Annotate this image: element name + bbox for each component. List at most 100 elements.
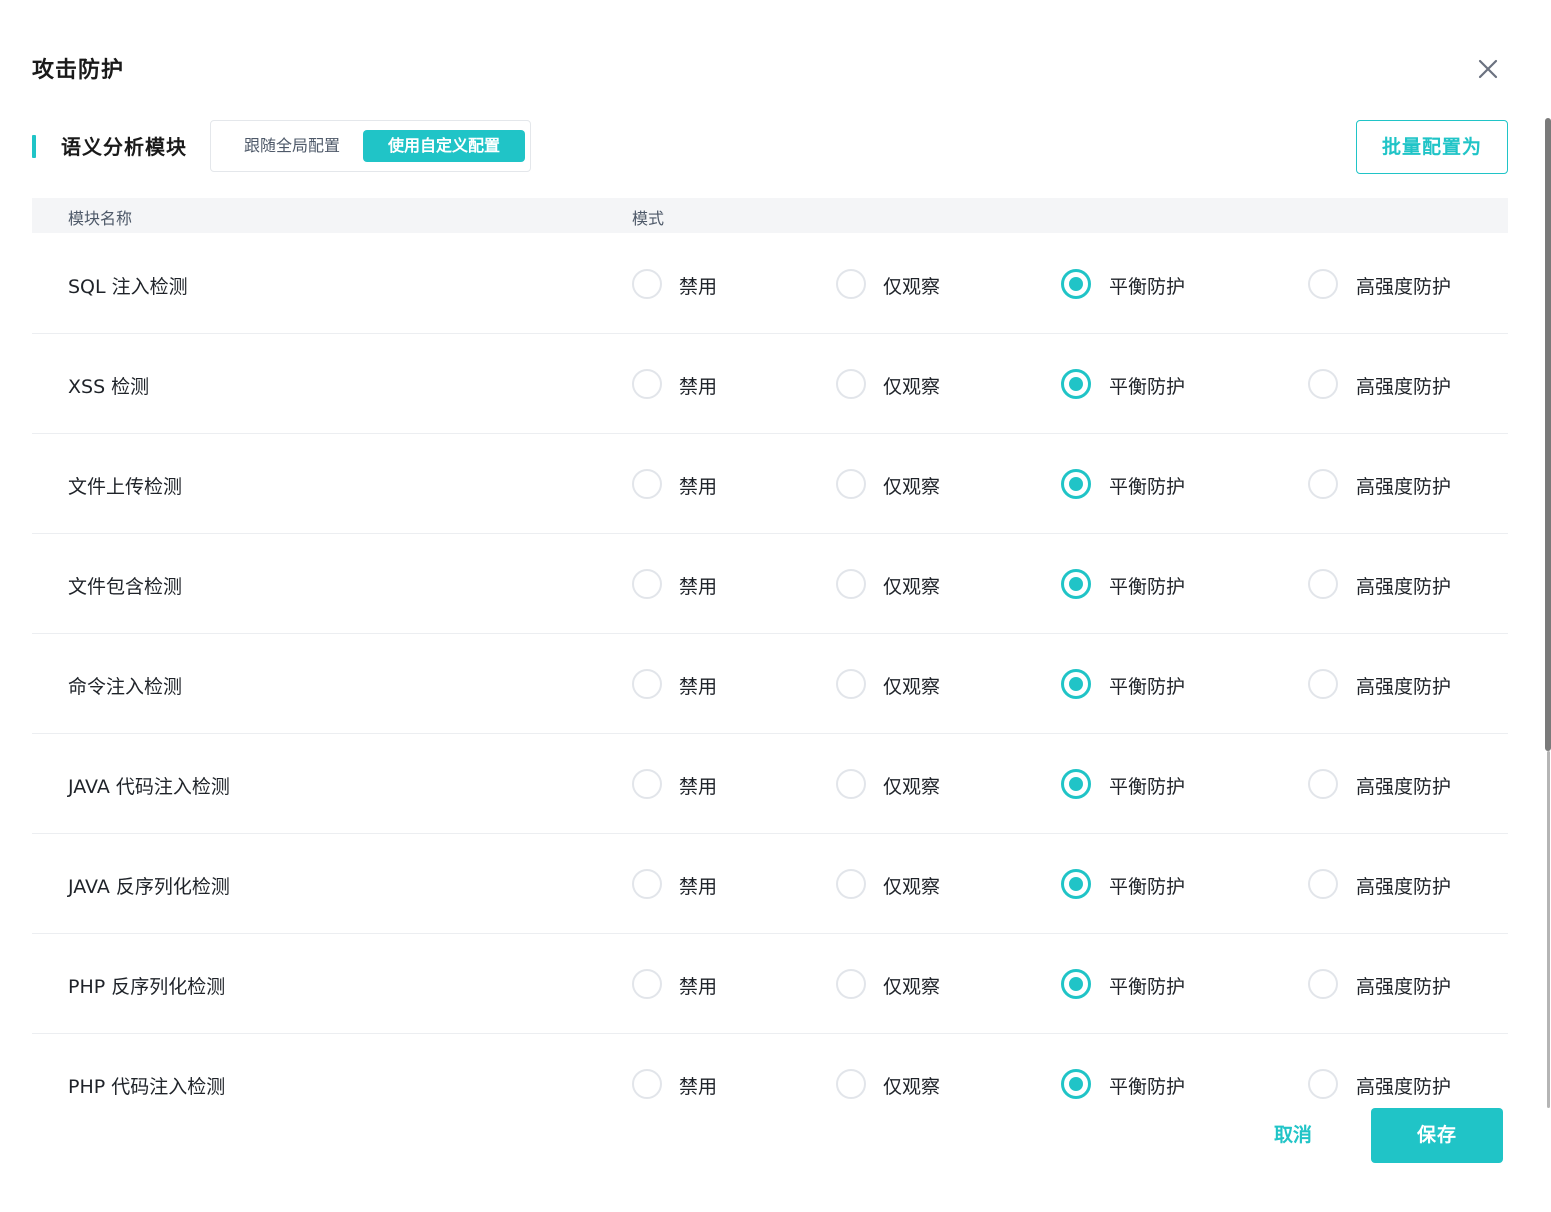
radio-unchecked-icon[interactable] [632,969,662,999]
radio-unchecked-icon[interactable] [632,569,662,599]
radio-unchecked-icon[interactable] [632,469,662,499]
mode-radio-label: 仅观察 [883,876,941,898]
cancel-button[interactable]: 取消 [1254,1108,1332,1163]
scrollbar-track-lower [1547,751,1550,1108]
radio-unchecked-icon[interactable] [632,269,662,299]
module-table-body: SQL 注入检测 禁用 仅观察 平衡防护 高强度防护 XSS 检测 禁用 仅观察 平衡防护 高强度… [32,234,1508,1102]
radio-unchecked-icon[interactable] [1308,469,1338,499]
mode-radio-label: 平衡防护 [1109,276,1186,298]
mode-radio-label: 平衡防护 [1109,776,1186,798]
radio-checked-icon[interactable] [1061,969,1091,999]
mode-radio-label: 高强度防护 [1356,876,1452,898]
radio-checked-icon[interactable] [1061,569,1091,599]
mode-radio-label: 仅观察 [883,976,941,998]
radio-unchecked-icon[interactable] [836,569,866,599]
radio-unchecked-icon[interactable] [632,769,662,799]
radio-checked-icon[interactable] [1061,869,1091,899]
section-title: 语义分析模块 [61,135,187,159]
close-icon[interactable] [1474,55,1502,83]
section-accent-bar [32,135,36,158]
radio-unchecked-icon[interactable] [1308,669,1338,699]
radio-unchecked-icon[interactable] [632,369,662,399]
mode-radio-label: 高强度防护 [1356,476,1452,498]
mode-radio-label: 仅观察 [883,576,941,598]
mode-radio-label: 高强度防护 [1356,976,1452,998]
module-name: JAVA 反序列化检测 [68,876,230,898]
module-name: XSS 检测 [68,376,150,398]
radio-unchecked-icon[interactable] [836,769,866,799]
mode-radio-label: 仅观察 [883,476,941,498]
radio-unchecked-icon[interactable] [1308,769,1338,799]
radio-checked-icon[interactable] [1061,469,1091,499]
radio-unchecked-icon[interactable] [836,969,866,999]
mode-radio-label: 禁用 [679,776,718,798]
mode-radio-label: 禁用 [679,476,718,498]
radio-unchecked-icon[interactable] [836,469,866,499]
table-row: PHP 代码注入检测 禁用 仅观察 平衡防护 高强度防护 [32,1034,1508,1102]
save-button[interactable]: 保存 [1371,1108,1503,1163]
radio-unchecked-icon[interactable] [1308,569,1338,599]
radio-checked-icon[interactable] [1061,1069,1091,1099]
radio-unchecked-icon[interactable] [632,1069,662,1099]
table-row: 命令注入检测 禁用 仅观察 平衡防护 高强度防护 [32,634,1508,734]
radio-checked-icon[interactable] [1061,769,1091,799]
table-header: 模块名称 模式 [32,198,1508,233]
table-row: 文件包含检测 禁用 仅观察 平衡防护 高强度防护 [32,534,1508,634]
mode-radio-label: 高强度防护 [1356,576,1452,598]
mode-radio-label: 高强度防护 [1356,376,1452,398]
mode-radio-label: 仅观察 [883,676,941,698]
radio-checked-icon[interactable] [1061,669,1091,699]
module-name: 命令注入检测 [68,676,183,698]
radio-unchecked-icon[interactable] [836,369,866,399]
mode-radio-label: 平衡防护 [1109,576,1186,598]
mode-radio-label: 高强度防护 [1356,276,1452,298]
radio-unchecked-icon[interactable] [1308,1069,1338,1099]
mode-radio-label: 平衡防护 [1109,476,1186,498]
mode-radio-label: 平衡防护 [1109,876,1186,898]
radio-unchecked-icon[interactable] [836,869,866,899]
mode-radio-label: 禁用 [679,276,718,298]
table-row: SQL 注入检测 禁用 仅观察 平衡防护 高强度防护 [32,234,1508,334]
module-name: SQL 注入检测 [68,276,188,298]
module-name: PHP 代码注入检测 [68,1076,226,1098]
table-row: JAVA 代码注入检测 禁用 仅观察 平衡防护 高强度防护 [32,734,1508,834]
mode-radio-label: 仅观察 [883,1076,941,1098]
table-row: PHP 反序列化检测 禁用 仅观察 平衡防护 高强度防护 [32,934,1508,1034]
radio-unchecked-icon[interactable] [836,669,866,699]
radio-unchecked-icon[interactable] [836,269,866,299]
config-mode-segmented-control: 跟随全局配置 使用自定义配置 [210,120,531,172]
radio-unchecked-icon[interactable] [1308,869,1338,899]
table-row: XSS 检测 禁用 仅观察 平衡防护 高强度防护 [32,334,1508,434]
scrollbar-thumb[interactable] [1545,118,1551,751]
mode-radio-label: 高强度防护 [1356,676,1452,698]
custom-config-option[interactable]: 使用自定义配置 [363,130,525,162]
radio-unchecked-icon[interactable] [632,869,662,899]
radio-checked-icon[interactable] [1061,269,1091,299]
radio-unchecked-icon[interactable] [1308,269,1338,299]
mode-radio-label: 禁用 [679,876,718,898]
mode-radio-label: 平衡防护 [1109,1076,1186,1098]
mode-radio-label: 仅观察 [883,376,941,398]
radio-unchecked-icon[interactable] [1308,969,1338,999]
mode-radio-label: 高强度防护 [1356,776,1452,798]
mode-radio-label: 平衡防护 [1109,376,1186,398]
mode-radio-label: 仅观察 [883,776,941,798]
radio-unchecked-icon[interactable] [1308,369,1338,399]
radio-checked-icon[interactable] [1061,369,1091,399]
mode-radio-label: 禁用 [679,576,718,598]
mode-radio-label: 平衡防护 [1109,676,1186,698]
mode-radio-label: 禁用 [679,376,718,398]
module-name: JAVA 代码注入检测 [68,776,230,798]
mode-radio-label: 禁用 [679,976,718,998]
mode-radio-label: 平衡防护 [1109,976,1186,998]
radio-unchecked-icon[interactable] [632,669,662,699]
radio-unchecked-icon[interactable] [836,1069,866,1099]
follow-global-config-option[interactable]: 跟随全局配置 [225,130,359,162]
module-name: 文件包含检测 [68,576,183,598]
mode-radio-label: 禁用 [679,1076,718,1098]
batch-configure-button[interactable]: 批量配置为 [1356,120,1508,174]
mode-radio-label: 禁用 [679,676,718,698]
attack-protection-dialog: 攻击防护 语义分析模块 跟随全局配置 使用自定义配置 批量配置为 模块名称 模式… [0,0,1551,1212]
table-row: 文件上传检测 禁用 仅观察 平衡防护 高强度防护 [32,434,1508,534]
module-name: PHP 反序列化检测 [68,976,226,998]
